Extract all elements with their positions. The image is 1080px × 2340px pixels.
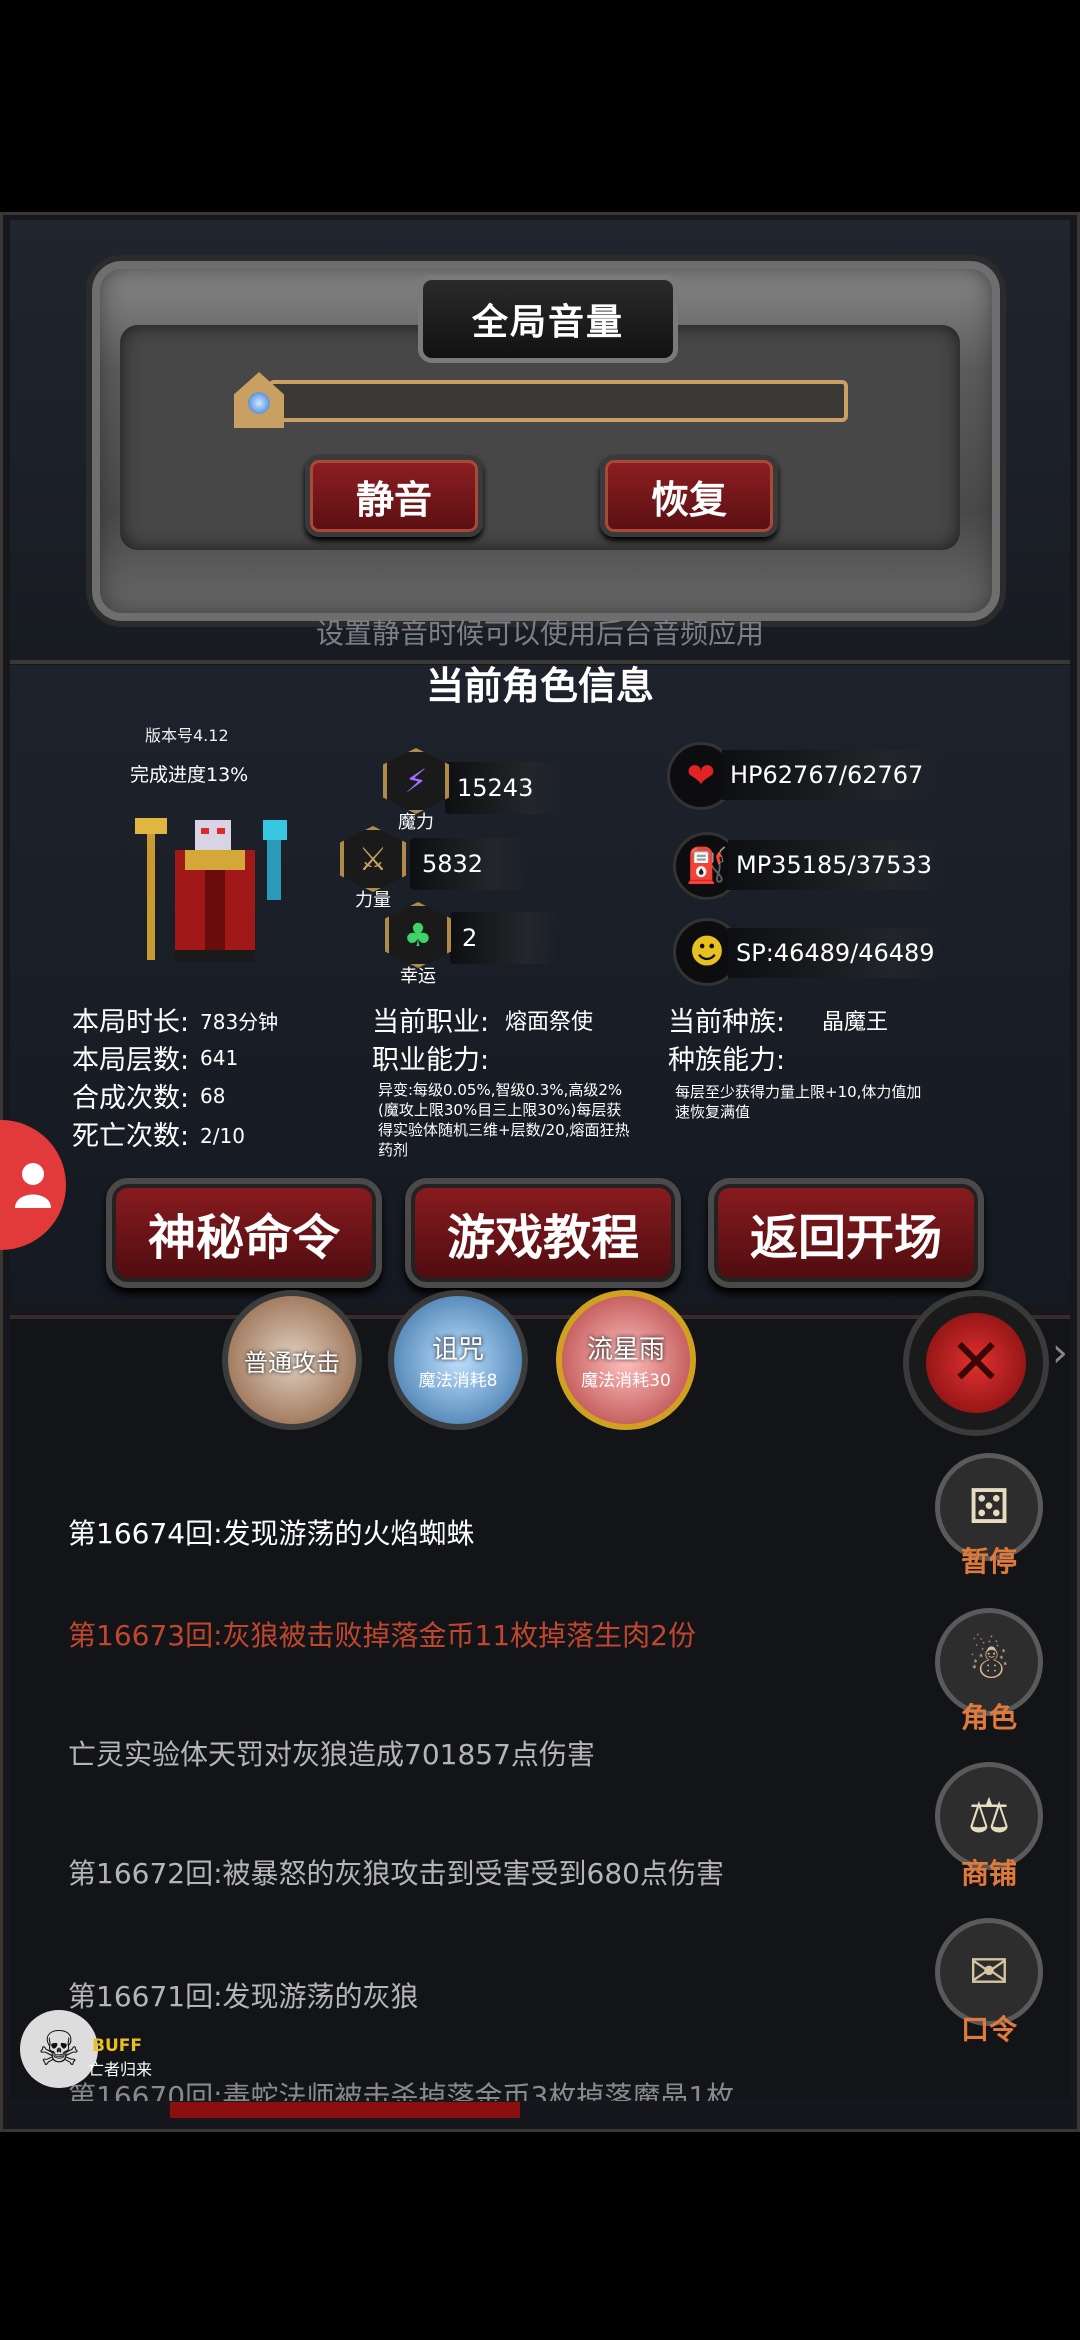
- log-line-1: 第16674回:发现游荡的火焰蜘蛛: [68, 1517, 475, 1550]
- race-label: 当前种族:: [668, 1007, 786, 1038]
- hood-icon: ☃: [967, 1634, 1011, 1690]
- skill-meteor[interactable]: 流星雨 魔法消耗30: [556, 1290, 696, 1430]
- shop-bag-icon: ⚖: [967, 1788, 1011, 1844]
- code-label: 口令: [960, 2013, 1017, 2046]
- skill-attack-name: 普通攻击: [244, 1348, 340, 1377]
- hp-value: HP62767/62767: [722, 750, 942, 800]
- restore-button[interactable]: 恢复: [600, 455, 778, 537]
- dice-icon: ⚄: [968, 1479, 1010, 1535]
- volume-slider-track[interactable]: [268, 380, 848, 422]
- strength-caption: 力量: [355, 890, 391, 911]
- progress-bar: [170, 2102, 520, 2118]
- time-value: 783分钟: [200, 1010, 279, 1034]
- death-label: 死亡次数:: [72, 1121, 190, 1152]
- buff-label: BUFF: [92, 2036, 142, 2056]
- mp-value: MP35185/37533: [728, 840, 948, 890]
- skill-attack[interactable]: 普通攻击: [222, 1290, 362, 1430]
- job-ability-desc: 异变:每级0.05%,智级0.3%,高级2%(魔攻上限30%目三上限30%)每层…: [378, 1081, 630, 1159]
- craft-value: 68: [200, 1084, 226, 1108]
- mute-button[interactable]: 静音: [305, 455, 483, 537]
- race-value: 晶魔王: [822, 1010, 889, 1035]
- log-line-5: 第16671回:发现游荡的灰狼: [68, 1980, 419, 2013]
- skill-curse-cost: 魔法消耗8: [418, 1371, 498, 1391]
- character-info-title: 当前角色信息: [425, 664, 654, 708]
- craft-label: 合成次数:: [72, 1083, 190, 1114]
- luck-caption: 幸运: [400, 966, 436, 987]
- luck-value: 2: [450, 912, 560, 964]
- skull-icon[interactable]: ☠: [20, 2010, 98, 2088]
- job-label: 当前职业:: [372, 1007, 490, 1038]
- time-label: 本局时长:: [72, 1007, 190, 1038]
- gem-icon: [248, 392, 270, 414]
- log-line-6: 第16670回:毒蛇法师被击杀掉落金币3枚掉落魔晶1枚: [68, 2080, 735, 2101]
- pause-label: 暂停: [960, 1545, 1017, 1578]
- skill-meteor-name: 流星雨: [586, 1335, 665, 1365]
- character-portrait: [135, 810, 295, 970]
- death-value: 2/10: [200, 1124, 245, 1148]
- floor-label: 本局层数:: [72, 1045, 190, 1076]
- user-icon: [15, 1163, 51, 1208]
- skill-meteor-cost: 魔法消耗30: [581, 1371, 671, 1391]
- job-ability-label: 职业能力:: [372, 1045, 490, 1076]
- close-icon: ✕: [926, 1313, 1026, 1413]
- skill-curse-name: 诅咒: [431, 1335, 484, 1365]
- race-ability-desc: 每层至少获得力量上限+10,体力值加速恢复满值: [675, 1083, 922, 1121]
- secret-command-button[interactable]: 神秘命令: [106, 1178, 382, 1288]
- skill-curse[interactable]: 诅咒 魔法消耗8: [388, 1290, 528, 1430]
- shop-label: 商铺: [960, 1857, 1017, 1890]
- magic-value: 15243: [445, 762, 565, 814]
- tutorial-button[interactable]: 游戏教程: [405, 1178, 681, 1288]
- log-line-2: 第16673回:灰狼被击败掉落金币11枚掉落生肉2份: [68, 1619, 696, 1652]
- version-text: 版本号4.12: [145, 726, 229, 745]
- progress-text: 完成进度13%: [130, 764, 249, 786]
- sp-value: SP:46489/46489: [728, 928, 948, 978]
- volume-hint: 设置静音时候可以使用后台音频应用: [315, 617, 764, 650]
- mage-sprite-icon: [135, 818, 287, 962]
- log-line-4: 第16672回:被暴怒的灰狼攻击到受害受到680点伤害: [68, 1857, 724, 1890]
- floor-value: 641: [200, 1046, 239, 1070]
- character-label: 角色: [960, 1701, 1017, 1734]
- scroll-book-icon: ✉: [968, 1944, 1010, 2000]
- buff-name: 亡者归来: [88, 2060, 153, 2079]
- log-line-3: 亡灵实验体天罚对灰狼造成701857点伤害: [68, 1738, 595, 1771]
- magic-caption: 魔力: [398, 812, 434, 833]
- strength-value: 5832: [410, 838, 530, 890]
- chevron-right-icon[interactable]: ›: [1052, 1330, 1068, 1376]
- close-button[interactable]: ✕: [903, 1290, 1049, 1436]
- race-ability-label: 种族能力:: [668, 1045, 786, 1076]
- volume-title: 全局音量: [418, 275, 678, 363]
- back-to-start-button[interactable]: 返回开场: [708, 1178, 984, 1288]
- job-value: 熔面祭使: [505, 1010, 594, 1035]
